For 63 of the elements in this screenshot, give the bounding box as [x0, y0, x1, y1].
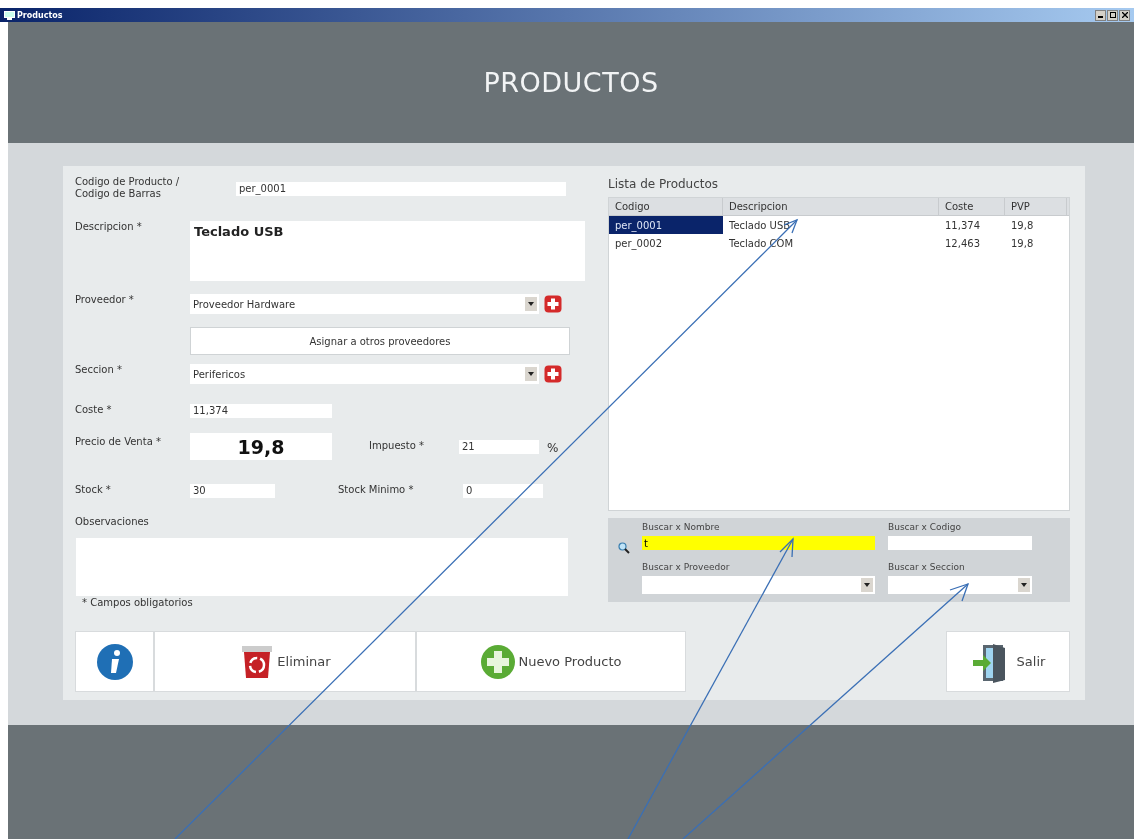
section-dropdown[interactable]: Perifericos — [190, 364, 539, 384]
caret-icon — [528, 372, 534, 376]
product-code-field[interactable]: per_0001 — [236, 182, 566, 196]
delete-button[interactable]: Eliminar — [154, 631, 416, 692]
table-cell[interactable]: 12,463 — [939, 234, 1005, 252]
new-product-button[interactable]: Nuevo Producto — [416, 631, 686, 692]
notes-field[interactable] — [76, 538, 568, 596]
caret-icon — [528, 302, 534, 306]
min-stock-field[interactable]: 0 — [463, 484, 543, 498]
table-cell[interactable]: 19,8 — [1005, 234, 1067, 252]
table-cell[interactable]: 11,374 — [939, 216, 1005, 234]
table-cell[interactable]: Teclado USB — [723, 216, 939, 234]
search-label: Buscar x Proveedor — [642, 561, 731, 572]
percent-unit: % — [547, 441, 559, 455]
field-label: Observaciones — [75, 516, 150, 527]
search-label: Buscar x Codigo — [888, 522, 962, 532]
field-label: Proveedor * — [75, 294, 135, 305]
field-label: Impuesto * — [369, 440, 425, 451]
search-field[interactable] — [888, 536, 1032, 550]
search-dropdown[interactable] — [888, 575, 1032, 594]
table-cell[interactable]: per_0001 — [609, 216, 723, 234]
required-note: * Campos obligatorios — [82, 597, 194, 608]
description-field[interactable]: Teclado USB — [190, 221, 585, 281]
search-icon — [618, 542, 630, 554]
exit-button[interactable]: Salir — [946, 631, 1070, 692]
search-label: Buscar x Seccion — [888, 561, 966, 572]
info-button[interactable] — [75, 631, 154, 692]
field-label: Coste * — [75, 404, 113, 415]
column-header[interactable]: Descripcion — [723, 198, 939, 215]
field-label: Stock * — [75, 484, 112, 495]
table-cell[interactable]: per_0002 — [609, 234, 723, 252]
stock-field[interactable]: 30 — [190, 484, 275, 498]
window-title: Productos — [17, 10, 63, 20]
assign-suppliers-button[interactable]: Asignar a otros proveedores — [190, 327, 570, 355]
table-cell[interactable]: 19,8 — [1005, 216, 1067, 234]
page-title: PRODUCTOS — [483, 67, 659, 98]
column-header[interactable]: Coste — [939, 198, 1005, 215]
add-icon[interactable] — [544, 295, 562, 313]
search-field[interactable]: t — [642, 536, 875, 550]
caret-icon — [1021, 582, 1027, 587]
tax-field[interactable]: 21 — [459, 440, 539, 454]
maximize-icon — [1109, 12, 1116, 18]
field-label: Descripcion * — [75, 221, 143, 232]
field-label: Seccion * — [75, 364, 123, 375]
column-header[interactable]: Codigo — [609, 198, 723, 215]
add-icon[interactable] — [544, 365, 562, 383]
maximize-button[interactable] — [1107, 9, 1118, 21]
column-header[interactable]: PVP — [1005, 198, 1067, 215]
plus-icon — [480, 643, 517, 680]
search-label: Buscar x Nombre — [642, 522, 721, 532]
close-icon — [1121, 12, 1128, 18]
field-label: Precio de Venta * — [75, 436, 162, 447]
field-label: Stock Minimo * — [338, 484, 415, 495]
minimize-button[interactable] — [1095, 9, 1106, 21]
cost-field[interactable]: 11,374 — [190, 404, 332, 418]
field-label: Codigo de Producto / Codigo de Barras — [75, 176, 181, 200]
close-button[interactable] — [1119, 9, 1130, 21]
window-icon — [4, 10, 15, 20]
list-title: Lista de Productos — [608, 177, 720, 191]
supplier-dropdown[interactable]: Proveedor Hardware — [190, 294, 539, 314]
caret-icon — [864, 582, 870, 587]
info-icon — [95, 642, 134, 681]
sale-price-field[interactable]: 19,8 — [190, 433, 332, 460]
